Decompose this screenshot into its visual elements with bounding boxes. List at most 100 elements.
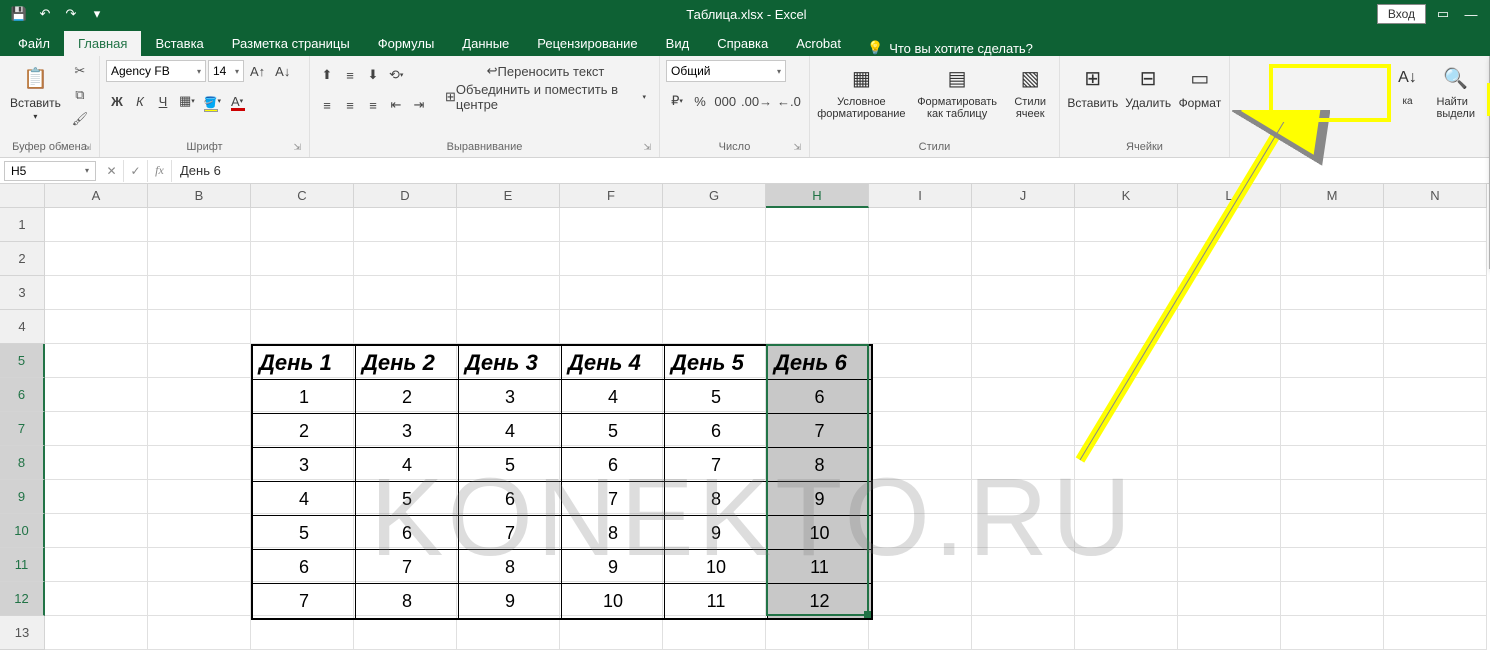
cell[interactable] [457,276,560,310]
cell[interactable] [1281,412,1384,446]
launcher-icon[interactable]: ⇲ [643,142,651,153]
launcher-icon[interactable]: ⇲ [293,142,301,153]
currency-icon[interactable]: ₽▾ [666,90,688,112]
column-header[interactable]: D [354,184,457,208]
cell[interactable] [972,582,1075,616]
cell[interactable] [560,208,663,242]
cell[interactable] [869,514,972,548]
cell[interactable] [1384,480,1487,514]
column-header[interactable]: J [972,184,1075,208]
find-select-button[interactable]: 🔍Найтивыдели [1433,60,1479,122]
cell[interactable] [354,616,457,650]
cell[interactable] [45,582,148,616]
table-header[interactable]: День 1 [253,346,356,380]
delete-cells-button[interactable]: ⊟Удалить [1124,60,1173,112]
table-cell[interactable]: 8 [562,516,665,550]
table-cell[interactable]: 8 [459,550,562,584]
table-cell[interactable]: 10 [768,516,871,550]
cell[interactable] [663,242,766,276]
launcher-icon[interactable]: ⇲ [83,142,91,153]
sort-filter-button[interactable]: A↓ка [1387,60,1429,109]
cell[interactable] [251,242,354,276]
align-left-icon[interactable]: ≡ [316,94,338,116]
cell[interactable] [148,514,251,548]
cell[interactable] [869,412,972,446]
cell[interactable] [766,242,869,276]
table-cell[interactable]: 7 [356,550,459,584]
cell[interactable] [869,548,972,582]
cell[interactable] [972,344,1075,378]
cell[interactable] [1178,344,1281,378]
table-cell[interactable]: 5 [459,448,562,482]
enter-icon[interactable]: ✓ [124,160,148,182]
cell[interactable] [1178,446,1281,480]
cell[interactable] [1178,378,1281,412]
cell[interactable] [45,446,148,480]
table-cell[interactable]: 4 [459,414,562,448]
table-header[interactable]: День 2 [356,346,459,380]
format-as-table-button[interactable]: ▤Форматировать как таблицу [911,60,1004,122]
cell[interactable] [1384,276,1487,310]
cell[interactable] [560,276,663,310]
table-cell[interactable]: 4 [562,380,665,414]
formula-input[interactable]: День 6 [172,163,1490,178]
borders-button[interactable]: ▦▾ [175,90,199,112]
cell[interactable] [148,616,251,650]
column-header[interactable]: E [457,184,560,208]
table-cell[interactable]: 2 [356,380,459,414]
column-header[interactable]: N [1384,184,1487,208]
table-cell[interactable]: 7 [665,448,768,482]
row-header[interactable]: 8 [0,446,45,480]
cell[interactable] [1075,480,1178,514]
table-cell[interactable]: 8 [665,482,768,516]
cell[interactable] [354,242,457,276]
comma-icon[interactable]: 000 [712,90,738,112]
table-header[interactable]: День 5 [665,346,768,380]
cell[interactable] [1075,310,1178,344]
cell[interactable] [663,276,766,310]
row-header[interactable]: 13 [0,616,45,650]
cell[interactable] [148,582,251,616]
row-header[interactable]: 3 [0,276,45,310]
cell[interactable] [766,616,869,650]
tab-formulas[interactable]: Формулы [364,31,449,56]
cell[interactable] [148,208,251,242]
row-header[interactable]: 6 [0,378,45,412]
column-header[interactable]: F [560,184,663,208]
cell[interactable] [1384,412,1487,446]
save-icon[interactable]: 💾 [8,3,30,25]
increase-font-icon[interactable]: A↑ [246,60,269,82]
row-header[interactable]: 10 [0,514,45,548]
copy-icon[interactable]: ⧉ [69,84,91,106]
cell[interactable] [663,208,766,242]
table-cell[interactable]: 3 [356,414,459,448]
row-header[interactable]: 12 [0,582,45,616]
cell[interactable] [1384,208,1487,242]
row-header[interactable]: 2 [0,242,45,276]
table-cell[interactable]: 6 [459,482,562,516]
font-color-button[interactable]: A▾ [226,90,248,112]
cell[interactable] [972,548,1075,582]
tab-home[interactable]: Главная [64,31,141,56]
tab-insert[interactable]: Вставка [141,31,217,56]
column-header[interactable]: C [251,184,354,208]
table-cell[interactable]: 7 [253,584,356,618]
cell[interactable] [869,276,972,310]
table-cell[interactable]: 6 [665,414,768,448]
cell[interactable] [45,208,148,242]
table-cell[interactable]: 3 [459,380,562,414]
table-cell[interactable]: 5 [356,482,459,516]
cell[interactable] [1384,548,1487,582]
tab-view[interactable]: Вид [652,31,704,56]
format-painter-icon[interactable]: 🖌 [69,108,91,130]
table-cell[interactable]: 3 [253,448,356,482]
format-cells-button[interactable]: ▭Формат [1177,60,1223,112]
cell[interactable] [1178,208,1281,242]
ribbon-options-icon[interactable]: ▭ [1432,3,1454,25]
increase-decimal-icon[interactable]: .00→ [739,90,773,112]
cell[interactable] [45,412,148,446]
cell[interactable] [45,480,148,514]
cell[interactable] [1281,480,1384,514]
cell[interactable] [45,378,148,412]
cell[interactable] [1384,616,1487,650]
